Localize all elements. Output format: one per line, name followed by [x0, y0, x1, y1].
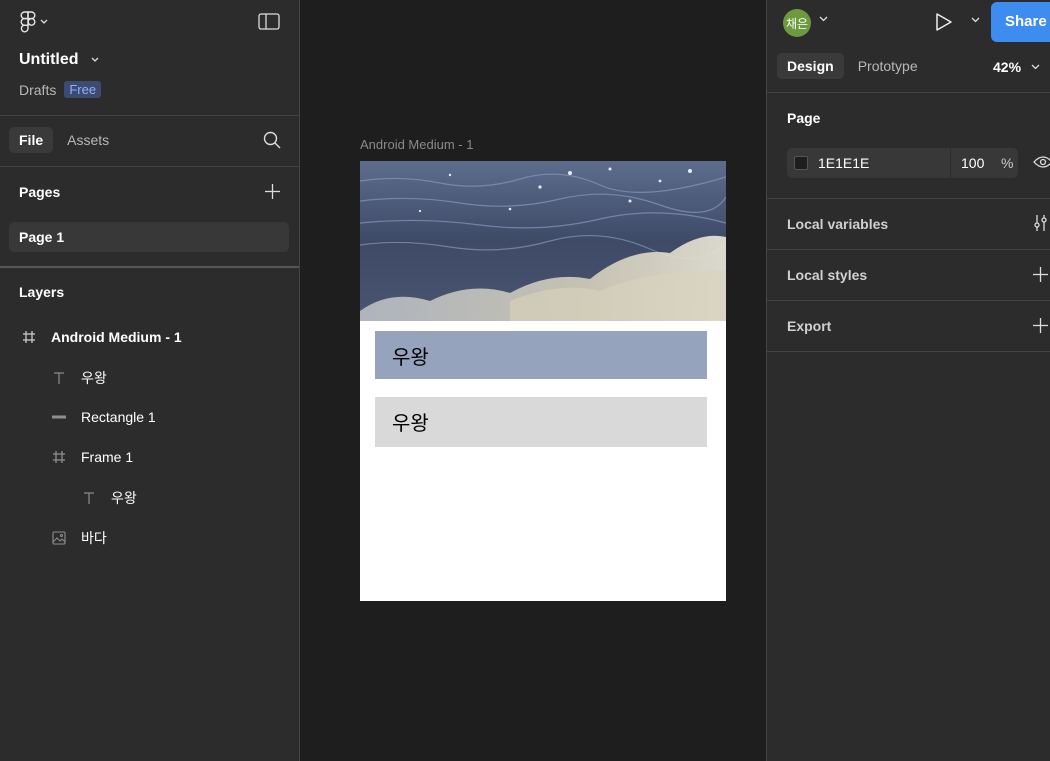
chevron-down-icon — [91, 57, 99, 62]
sliders-icon[interactable] — [1033, 214, 1050, 232]
export-header[interactable]: Export — [787, 318, 831, 334]
local-styles-header[interactable]: Local styles — [787, 267, 867, 283]
layer-item[interactable]: Android Medium - 1 — [21, 329, 182, 345]
local-variables-header[interactable]: Local variables — [787, 216, 888, 232]
add-style-icon[interactable] — [1033, 267, 1048, 282]
divider — [0, 166, 299, 167]
frame-icon — [51, 449, 67, 465]
hex-input[interactable]: 1E1E1E — [818, 155, 950, 171]
zoom-control[interactable]: 42% — [993, 59, 1040, 75]
divider — [767, 92, 1050, 93]
tab-prototype[interactable]: Prototype — [848, 53, 928, 79]
divider — [0, 115, 299, 116]
plan-badge[interactable]: Free — [64, 81, 102, 98]
tab-assets[interactable]: Assets — [57, 127, 119, 153]
divider — [767, 198, 1050, 199]
text-icon — [51, 370, 67, 386]
layer-item[interactable]: Rectangle 1 — [51, 409, 156, 425]
left-tabs: File Assets — [9, 127, 119, 153]
frame-1[interactable]: 우왕 — [375, 397, 707, 447]
rectangle-icon — [51, 409, 67, 425]
layer-name: 우왕 — [81, 370, 107, 386]
add-export-icon[interactable] — [1033, 318, 1048, 333]
page-section-header: Page — [787, 110, 821, 126]
main-menu-button[interactable] — [20, 11, 48, 33]
search-icon[interactable] — [263, 131, 281, 149]
drafts-link[interactable]: Drafts — [19, 82, 56, 98]
sidebar-toggle-icon[interactable] — [258, 13, 280, 30]
pages-header: Pages — [19, 184, 61, 200]
percent-label: % — [1001, 155, 1014, 171]
right-tabs: Design Prototype — [777, 53, 928, 79]
eye-icon[interactable] — [1033, 154, 1050, 170]
divider — [767, 351, 1050, 352]
image-icon — [51, 530, 67, 546]
layer-name: 우왕 — [111, 490, 137, 506]
left-panel: Untitled Drafts Free File Assets Pages P… — [0, 0, 300, 761]
frame-icon — [21, 329, 37, 345]
layer-name: Rectangle 1 — [81, 409, 156, 425]
layer-item[interactable]: 우왕 — [51, 368, 107, 388]
text-layer[interactable]: 우왕 — [392, 341, 429, 370]
divider — [950, 148, 951, 178]
background-color-field[interactable]: 1E1E1E 100 % — [787, 148, 1018, 178]
layer-name: 바다 — [81, 530, 107, 546]
chevron-down-icon — [40, 19, 48, 24]
file-title[interactable]: Untitled — [19, 51, 99, 69]
rectangle-1[interactable]: 우왕 — [375, 331, 707, 379]
right-panel: 채은 Share Design Prototype 42% Page 1E1E1… — [766, 0, 1050, 761]
zoom-value: 42% — [993, 59, 1022, 75]
canvas[interactable]: Android Medium - 1 우왕 우왕 — [300, 0, 766, 761]
divider — [767, 249, 1050, 250]
tab-design[interactable]: Design — [777, 53, 844, 79]
layer-name: Android Medium - 1 — [51, 329, 182, 345]
chevron-down-icon — [1031, 64, 1040, 70]
sea-image[interactable] — [360, 161, 726, 321]
divider — [767, 300, 1050, 301]
file-title-text: Untitled — [19, 51, 79, 68]
layer-name: Frame 1 — [81, 449, 134, 465]
divider — [0, 266, 299, 268]
opacity-input[interactable]: 100 — [961, 155, 1001, 171]
layer-item[interactable]: 우왕 — [81, 488, 137, 508]
layer-item[interactable]: 바다 — [51, 528, 107, 548]
android-frame[interactable]: 우왕 우왕 — [360, 161, 726, 601]
figma-logo-icon — [20, 11, 36, 33]
project-location: Drafts Free — [19, 81, 102, 98]
layers-header: Layers — [19, 284, 65, 300]
page-item[interactable]: Page 1 — [9, 222, 289, 252]
tab-file[interactable]: File — [9, 127, 54, 153]
frame-label[interactable]: Android Medium - 1 — [360, 137, 473, 152]
chevron-down-icon[interactable] — [819, 16, 828, 22]
share-button[interactable]: Share — [991, 2, 1050, 42]
add-page-icon[interactable] — [265, 184, 280, 199]
avatar[interactable]: 채은 — [783, 9, 811, 37]
chevron-down-icon[interactable] — [971, 17, 980, 23]
text-layer[interactable]: 우왕 — [392, 407, 429, 436]
text-icon — [81, 490, 97, 506]
layer-item[interactable]: Frame 1 — [51, 449, 133, 465]
color-swatch[interactable] — [794, 156, 808, 170]
play-icon[interactable] — [935, 12, 953, 32]
